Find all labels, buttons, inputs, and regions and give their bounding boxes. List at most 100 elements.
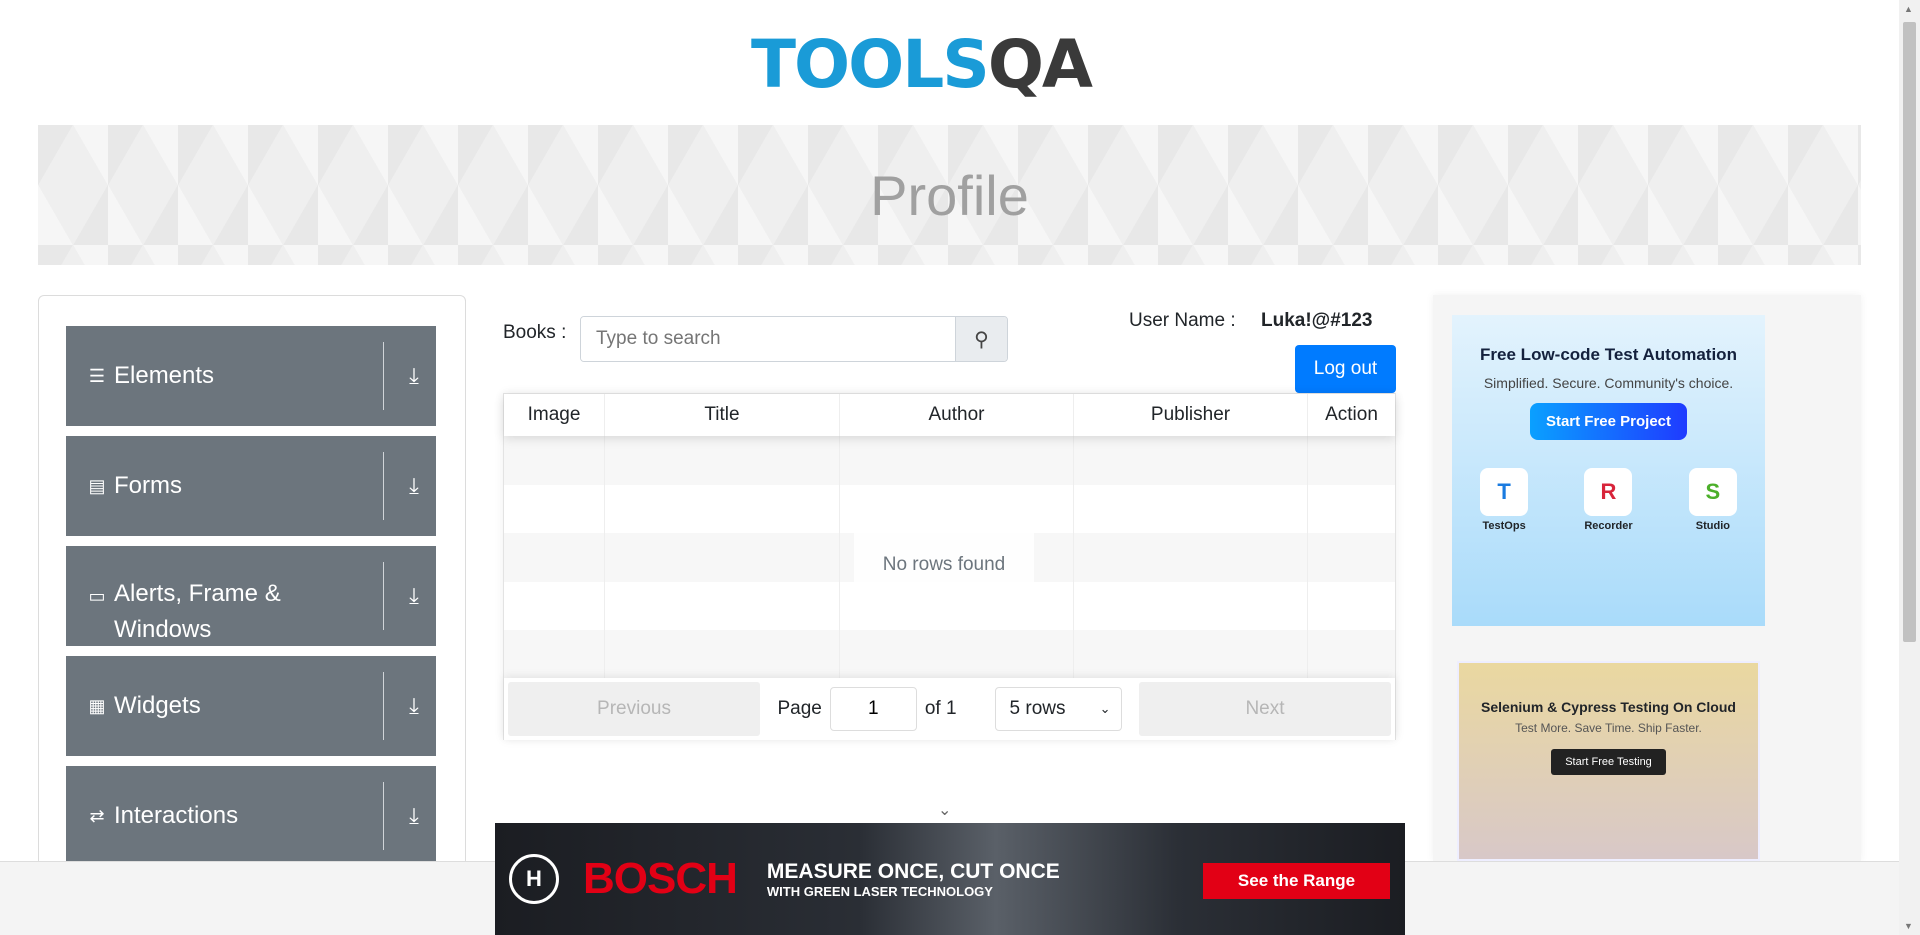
table-row: [504, 436, 1395, 485]
list-icon: ☰: [88, 365, 106, 386]
table-cell: [1074, 436, 1308, 485]
page-scrollbar[interactable]: ▲ ▼: [1899, 0, 1920, 935]
column-header-author[interactable]: Author: [840, 394, 1074, 436]
books-table: Image Title Author Publisher Action No r…: [503, 393, 1396, 740]
ad-headline: MEASURE ONCE, CUT ONCE: [766, 859, 1060, 883]
sidebar-item-elements[interactable]: ☰ Elements ⤓: [66, 326, 436, 426]
table-cell: [504, 436, 605, 485]
table-cell: [840, 630, 1074, 679]
books-label: Books :: [503, 322, 567, 343]
form-icon: ▤: [88, 475, 106, 496]
bosch-ad[interactable]: H BOSCH MEASURE ONCE, CUT ONCE WITH GREEN…: [495, 823, 1405, 935]
table-cell: [1308, 630, 1395, 679]
lambdatest-ad[interactable]: Selenium & Cypress Testing On Cloud Test…: [1457, 661, 1760, 861]
sidebar: ☰ Elements ⤓ ▤ Forms ⤓ ▭ Alerts, Frame & Wind…: [38, 295, 466, 895]
table-cell: [1308, 436, 1395, 485]
table-cell: [605, 436, 840, 485]
start-free-testing-button[interactable]: Start Free Testing: [1551, 749, 1666, 775]
table-cell: [840, 484, 1074, 533]
divider: [383, 562, 384, 630]
search-icon: ⚲: [974, 328, 989, 351]
toolsqa-logo[interactable]: TOOLS QA: [751, 18, 1151, 110]
sidebar-item-forms[interactable]: ▤ Forms ⤓: [66, 436, 436, 536]
logo-text-qa: QA: [987, 25, 1093, 103]
ad-subtitle: Simplified. Secure. Community's choice.: [1483, 375, 1734, 391]
bosch-logo-icon: H: [509, 854, 559, 904]
table-cell: [1074, 581, 1308, 630]
chevron-down-icon[interactable]: ⌄: [938, 800, 951, 820]
column-header-publisher[interactable]: Publisher: [1074, 394, 1308, 436]
ad-brand: BOSCH: [583, 854, 738, 903]
katalon-ad[interactable]: Free Low-code Test Automation Simplified…: [1452, 315, 1765, 626]
sidebar-item-interactions[interactable]: ⇄ Interactions ⤓: [66, 766, 436, 866]
page-total: of 1: [924, 698, 957, 719]
ad-subtitle: WITH GREEN LASER TECHNOLOGY: [766, 883, 993, 899]
testops-icon: T: [1480, 468, 1529, 516]
next-button[interactable]: Next: [1139, 682, 1391, 736]
previous-button[interactable]: Previous: [508, 682, 760, 736]
sidebar-item-widgets[interactable]: ▦ Widgets ⤓: [66, 656, 436, 756]
table-cell: [605, 533, 840, 582]
recorder-app: R Recorder: [1584, 468, 1633, 532]
scroll-down-icon[interactable]: ▼: [1904, 921, 1913, 931]
table-cell: [605, 630, 840, 679]
see-the-range-button[interactable]: See the Range: [1203, 863, 1390, 899]
table-row: [504, 581, 1395, 631]
rows-option: 5 rows: [1009, 698, 1066, 719]
table-cell: [504, 581, 605, 630]
recorder-icon: R: [1584, 468, 1633, 516]
no-rows-message: No rows found: [854, 530, 1034, 582]
download-arrow-icon: ⤓: [409, 583, 419, 608]
user-name-label: User Name :: [1129, 310, 1236, 331]
divider: [383, 452, 384, 520]
ad-headline: Selenium & Cypress Testing On Cloud: [1481, 699, 1736, 715]
table-cell: [1074, 630, 1308, 679]
interactions-icon: ⇄: [89, 805, 105, 826]
ad-headline: Free Low-code Test Automation: [1480, 345, 1737, 364]
download-arrow-icon: ⤓: [409, 803, 419, 828]
page-number-input[interactable]: [829, 687, 917, 731]
table-row: [504, 630, 1395, 679]
widgets-icon: ▦: [88, 695, 106, 716]
sidebar-item-label: Elements: [114, 362, 215, 389]
table-header: Image Title Author Publisher Action: [504, 394, 1395, 436]
search-box: ⚲: [580, 316, 1008, 362]
table-cell: [504, 630, 605, 679]
search-input[interactable]: [581, 317, 955, 361]
search-button[interactable]: ⚲: [955, 317, 1007, 361]
page-label: Page: [777, 698, 822, 719]
table-cell: [840, 436, 1074, 485]
download-arrow-icon: ⤓: [409, 473, 419, 498]
table-cell: [605, 581, 840, 630]
scroll-up-icon[interactable]: ▲: [1904, 4, 1913, 14]
logo-text: TOOLS: [751, 25, 990, 103]
table-row: [504, 484, 1395, 534]
sidebar-item-label: Alerts, Frame & Windows: [114, 580, 281, 643]
rows-per-page-select[interactable]: 5 rows ⌄: [994, 687, 1122, 731]
sidebar-item-label: Widgets: [114, 692, 201, 719]
table-cell: [504, 484, 605, 533]
table-cell: [1308, 533, 1395, 582]
sidebar-item-label: Interactions: [114, 802, 239, 829]
divider: [383, 782, 384, 850]
table-cell: [1308, 485, 1395, 534]
sidebar-item-alerts[interactable]: ▭ Alerts, Frame & Windows ⤓: [66, 546, 436, 646]
testops-app: T TestOps: [1480, 468, 1529, 532]
user-name-value: Luka!@#123: [1261, 310, 1373, 331]
start-free-project-button[interactable]: Start Free Project: [1529, 403, 1688, 440]
scrollbar-thumb[interactable]: [1903, 22, 1916, 642]
page-banner: Profile: [38, 125, 1861, 265]
column-header-action[interactable]: Action: [1308, 394, 1395, 436]
table-cell: [605, 484, 840, 533]
logout-button[interactable]: Log out: [1295, 345, 1396, 393]
table-cell: [1308, 582, 1395, 631]
table-cell: [504, 533, 605, 582]
download-arrow-icon: ⤓: [409, 693, 419, 718]
column-header-image[interactable]: Image: [504, 394, 605, 436]
table-cell: [840, 581, 1074, 630]
column-header-title[interactable]: Title: [605, 394, 840, 436]
studio-icon: S: [1688, 468, 1737, 516]
divider: [383, 342, 384, 410]
studio-app: S Studio: [1688, 468, 1737, 532]
chevron-down-icon: ⌄: [1099, 701, 1111, 716]
